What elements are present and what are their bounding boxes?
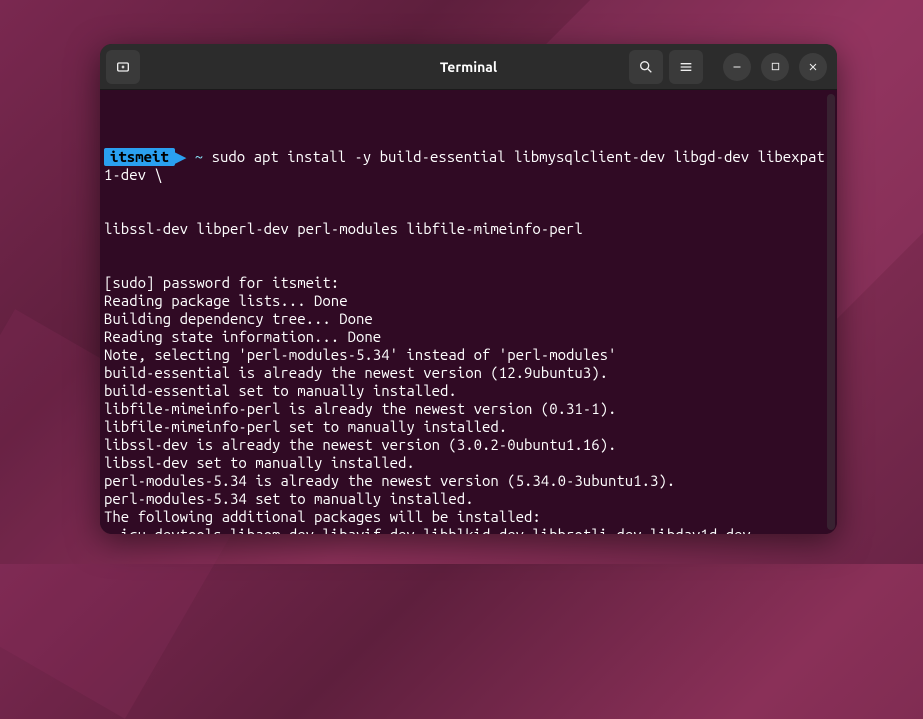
command-continuation: libssl-dev libperl-dev perl-modules libf… [102,220,831,238]
output-line: libssl-dev is already the newest version… [102,436,831,454]
output-line: Reading state information... Done [102,328,831,346]
new-tab-icon [115,59,131,75]
output-line: perl-modules-5.34 set to manually instal… [102,490,831,508]
output-line: icu-devtools libaom-dev libavif-dev libb… [102,526,831,534]
terminal-window: Terminal [100,44,837,534]
window-title: Terminal [440,59,497,75]
output-line: Note, selecting 'perl-modules-5.34' inst… [102,346,831,364]
command-output: [sudo] password for itsmeit:Reading pack… [102,274,831,534]
minimize-button[interactable] [723,53,751,81]
minimize-icon [731,61,743,73]
output-line: libfile-mimeinfo-perl set to manually in… [102,418,831,436]
output-line: Reading package lists... Done [102,292,831,310]
close-icon [807,61,819,73]
command-text: sudo apt install -y build-essential libm… [104,148,825,183]
output-line: Building dependency tree... Done [102,310,831,328]
titlebar: Terminal [100,44,837,90]
search-button[interactable] [629,50,663,84]
prompt-user-host: itsmeit [104,148,175,166]
search-icon [638,59,654,75]
prompt-path: ~ [195,148,203,165]
output-line: build-essential set to manually installe… [102,382,831,400]
terminal-output-area[interactable]: itsmeit▶ ~ sudo apt install -y build-ess… [100,90,837,534]
output-line: build-essential is already the newest ve… [102,364,831,382]
output-line: The following additional packages will b… [102,508,831,526]
output-line: libfile-mimeinfo-perl is already the new… [102,400,831,418]
new-tab-button[interactable] [106,50,140,84]
output-line: [sudo] password for itsmeit: [102,274,831,292]
maximize-button[interactable] [761,53,789,81]
output-line: libssl-dev set to manually installed. [102,454,831,472]
prompt-separator-icon: ▶ [175,148,187,166]
close-button[interactable] [799,53,827,81]
scrollbar[interactable] [827,94,835,530]
menu-button[interactable] [669,50,703,84]
maximize-icon [770,61,781,72]
output-line: perl-modules-5.34 is already the newest … [102,472,831,490]
prompt-line: itsmeit▶ ~ sudo apt install -y build-ess… [102,148,831,184]
hamburger-icon [678,59,694,75]
